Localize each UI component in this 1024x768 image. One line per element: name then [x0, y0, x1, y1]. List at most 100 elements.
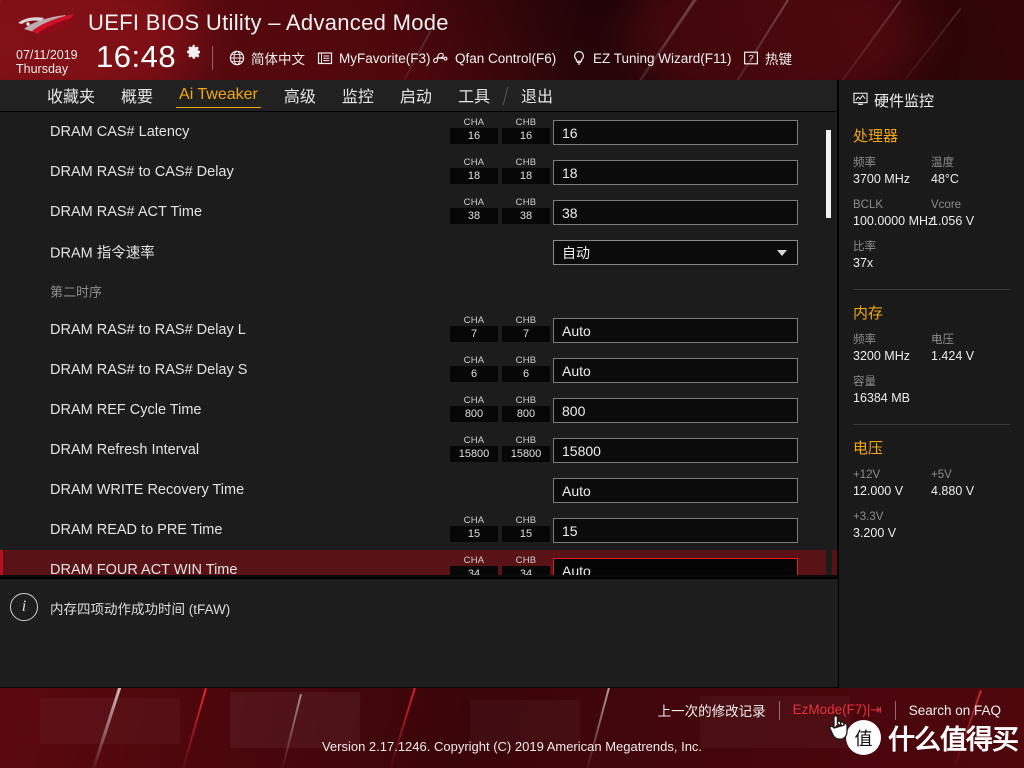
header-item-label: EZ Tuning Wizard(F11): [593, 50, 732, 66]
question-box-icon: ?: [742, 50, 759, 67]
hw-readout: +5V 4.880 V: [931, 467, 1009, 509]
list-icon: [316, 50, 333, 67]
header-item-label: 热键: [765, 52, 792, 67]
hw-section-divider: [853, 289, 1010, 290]
nav-tab-1[interactable]: 收藏夹: [34, 80, 108, 111]
scrollbar-thumb[interactable]: [826, 130, 831, 218]
header-item-hotkeys[interactable]: ? 热键: [742, 46, 792, 70]
settings-value-text: 16: [562, 124, 578, 141]
channel-cha: CHA 34: [450, 555, 498, 575]
settings-value-text: Auto: [562, 482, 591, 499]
nav-tab-3[interactable]: Ai Tweaker: [166, 83, 271, 108]
channel-cha: CHA 800: [450, 395, 498, 422]
channel-chb: CHB 16: [502, 117, 550, 144]
channel-cha-header: CHA: [463, 197, 485, 208]
settings-value-text: 38: [562, 204, 578, 221]
channel-cha-header: CHA: [463, 555, 485, 566]
settings-row-selected[interactable]: DRAM FOUR ACT WIN Time CHA 34 CHB 34 Auto: [0, 550, 838, 575]
settings-value-text: Auto: [562, 562, 591, 576]
hw-readout-value: 48°C: [931, 172, 959, 186]
header-divider: [212, 46, 213, 70]
settings-row[interactable]: DRAM WRITE Recovery Time Auto: [0, 470, 838, 510]
settings-row-label: DRAM RAS# to RAS# Delay S: [50, 362, 248, 378]
hw-readout-value: 4.880 V: [931, 484, 975, 498]
hardware-monitor-panel: 硬件监控 处理器 频率 3700 MHz 温度 48°C BCLK 100.0000 MHz…: [839, 80, 1024, 690]
settings-row[interactable]: DRAM READ to PRE Time CHA 15 CHB 15 15: [0, 510, 838, 550]
svg-text:?: ?: [748, 54, 753, 65]
hw-readout: Vcore 1.056 V: [931, 197, 1009, 239]
nav-tab-7[interactable]: 工具: [445, 80, 503, 111]
weekday-value: Thursday: [16, 62, 69, 76]
channel-chb-value: 18: [502, 168, 550, 184]
gear-icon[interactable]: [186, 44, 202, 60]
settings-row-label: 第二时序: [50, 284, 103, 300]
header-item-language[interactable]: 简体中文: [228, 46, 305, 70]
footer-link-1[interactable]: 上一次的修改记录: [645, 700, 779, 720]
settings-value-input[interactable]: 15: [553, 518, 798, 543]
footer-link-2[interactable]: EzMode(F7)|⇥: [780, 702, 895, 718]
header-item-myfavorite[interactable]: MyFavorite(F3): [316, 46, 431, 70]
channel-cha: CHA 15: [450, 515, 498, 542]
channel-chb: CHB 15: [502, 515, 550, 542]
settings-value-input[interactable]: 38: [553, 200, 798, 225]
hw-readout-key: 温度: [931, 157, 954, 169]
hw-readout-value: 3700 MHz: [853, 172, 910, 186]
settings-value-input[interactable]: 18: [553, 160, 798, 185]
channel-cha-value: 18: [450, 168, 498, 184]
nav-tab-2[interactable]: 概要: [108, 80, 166, 111]
footer-link-3[interactable]: Search on FAQ: [896, 703, 1014, 718]
settings-row[interactable]: DRAM REF Cycle Time CHA 800 CHB 800 800: [0, 390, 838, 430]
channel-chb-value: 38: [502, 208, 550, 224]
channel-cha-value: 38: [450, 208, 498, 224]
settings-value-input[interactable]: Auto: [553, 478, 798, 503]
settings-row[interactable]: DRAM 指令速率 自动: [0, 232, 838, 272]
settings-row: 第二时序: [0, 272, 838, 310]
channel-cha-value: 34: [450, 566, 498, 575]
footer-links: 上一次的修改记录 EzMode(F7)|⇥ Search on FAQ: [645, 700, 1014, 720]
nav-tab-6[interactable]: 启动: [387, 80, 445, 111]
settings-row[interactable]: DRAM RAS# to CAS# Delay CHA 18 CHB 18 18: [0, 152, 838, 192]
hw-readout: 频率 3200 MHz: [853, 332, 931, 374]
nav-tab-4[interactable]: 高级: [271, 80, 329, 111]
hw-readout: 比率 37x: [853, 239, 931, 281]
hw-readout: 温度 48°C: [931, 155, 1009, 197]
globe-icon: [228, 50, 245, 67]
settings-value-input[interactable]: 16: [553, 120, 798, 145]
hw-readout-pair: +12V 12.000 V +5V 4.880 V: [853, 467, 1010, 509]
help-bar: i 内存四项动作成功时间 (tFAW): [0, 577, 838, 687]
hw-readout-value: 1.424 V: [931, 349, 975, 363]
settings-row[interactable]: DRAM RAS# to RAS# Delay S CHA 6 CHB 6 Auto: [0, 350, 838, 390]
settings-row[interactable]: DRAM RAS# ACT Time CHA 38 CHB 38 38: [0, 192, 838, 232]
header-item-qfan-control[interactable]: Qfan Control(F6): [432, 46, 556, 70]
settings-value-input[interactable]: Auto: [553, 358, 798, 383]
nav-tab-5[interactable]: 监控: [329, 80, 387, 111]
channel-chb: CHB 38: [502, 197, 550, 224]
header-item-ez-tuning-wizard[interactable]: EZ Tuning Wizard(F11): [570, 46, 732, 70]
channel-chb: CHB 18: [502, 157, 550, 184]
channel-cha-header: CHA: [463, 435, 485, 446]
settings-row-label: DRAM RAS# to RAS# Delay L: [50, 322, 246, 338]
bulb-icon: [570, 50, 587, 67]
nav-tab-8[interactable]: 退出: [508, 80, 566, 111]
settings-value-input[interactable]: 800: [553, 398, 798, 423]
hw-readout-value: 1.056 V: [931, 214, 975, 228]
settings-row-label: DRAM RAS# ACT Time: [50, 204, 203, 220]
settings-value-input[interactable]: Auto: [553, 318, 798, 343]
hw-readout-key: +3.3V: [853, 511, 884, 523]
settings-row[interactable]: DRAM RAS# to RAS# Delay L CHA 7 CHB 7 Auto: [0, 310, 838, 350]
hw-readout-key: BCLK: [853, 199, 884, 211]
page-title: UEFI BIOS Utility – Advanced Mode: [88, 10, 449, 35]
hw-section-heading: 电压: [853, 440, 884, 457]
settings-value-text: 15: [562, 522, 578, 539]
hw-readout-pair: BCLK 100.0000 MHz Vcore 1.056 V: [853, 197, 1010, 239]
settings-row[interactable]: DRAM Refresh Interval CHA 15800 CHB 15800 158…: [0, 430, 838, 470]
settings-row[interactable]: DRAM CAS# Latency CHA 16 CHB 16 16: [0, 112, 838, 152]
settings-value-input[interactable]: Auto: [553, 558, 798, 575]
settings-value-input[interactable]: 15800: [553, 438, 798, 463]
footer-block: [40, 698, 180, 744]
channel-cha-header: CHA: [463, 117, 485, 128]
bios-version-text: Version 2.17.1246. Copyright (C) 2019 Am…: [321, 739, 703, 754]
hw-readout-pair: 频率 3700 MHz 温度 48°C: [853, 155, 1010, 197]
settings-dropdown[interactable]: 自动: [553, 240, 798, 265]
channel-chb-value: 6: [502, 366, 550, 382]
